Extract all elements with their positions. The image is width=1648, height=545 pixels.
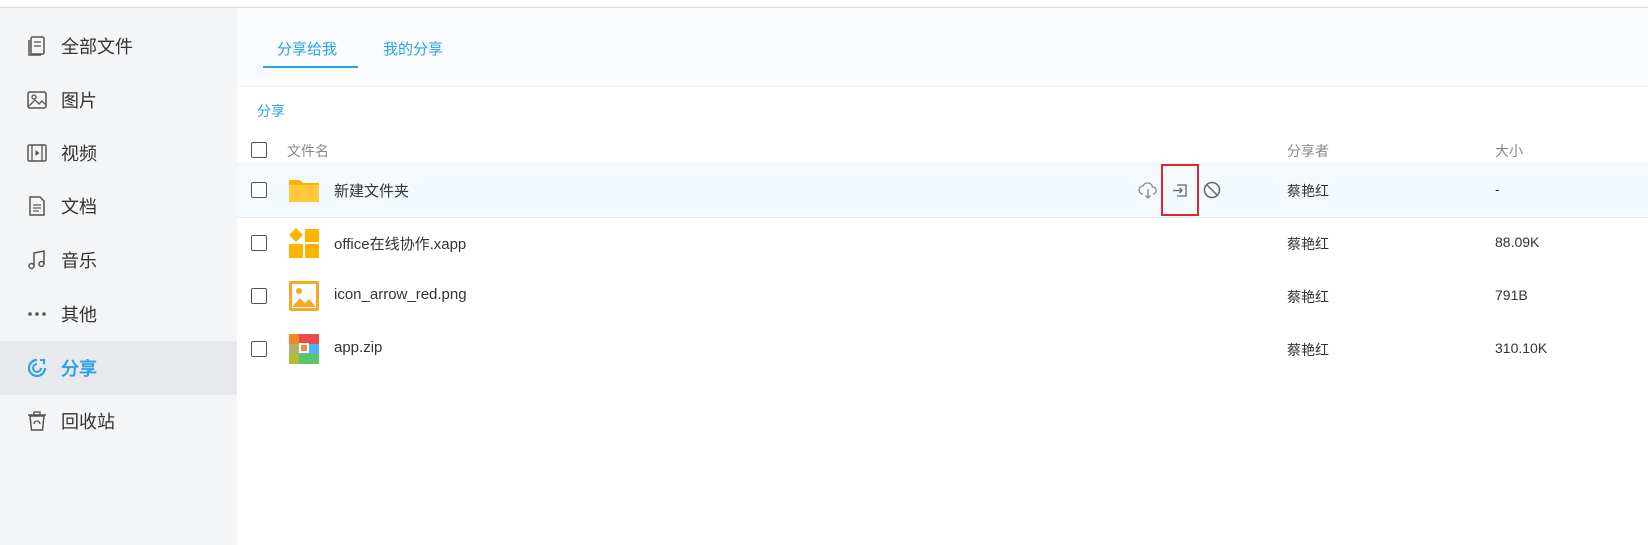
active-tab-indicator <box>263 66 358 68</box>
video-icon <box>27 144 47 162</box>
top-border <box>0 0 1648 8</box>
file-name[interactable]: office在线协作.xapp <box>334 233 466 254</box>
select-all-checkbox[interactable] <box>251 142 267 158</box>
sidebar: 全部文件 图片 视频 文档 音乐 其他 分享 回收站 <box>0 8 237 545</box>
table-row[interactable]: office在线协作.xapp 蔡艳红 88.09K <box>237 217 1648 270</box>
sharer-name: 蔡艳红 <box>1287 236 1329 252</box>
more-icon <box>28 312 46 316</box>
file-size: 310.10K <box>1495 340 1548 356</box>
recycle-bin-icon <box>28 411 46 431</box>
file-size: - <box>1495 181 1500 197</box>
zip-file-icon <box>289 334 319 364</box>
sidebar-item-music[interactable]: 音乐 <box>0 233 237 287</box>
tab-shared-with-me[interactable]: 分享给我 <box>277 38 337 59</box>
tab-my-shares[interactable]: 我的分享 <box>383 38 443 59</box>
share-icon <box>27 358 47 378</box>
sharer-name: 蔡艳红 <box>1287 342 1329 358</box>
column-header-size: 大小 <box>1495 143 1523 159</box>
table-row[interactable]: 新建文件夹 蔡艳红 - <box>237 163 1648 218</box>
sharer-name: 蔡艳红 <box>1287 183 1329 199</box>
xapp-file-icon <box>289 228 319 258</box>
document-icon <box>29 196 45 216</box>
folder-icon <box>289 180 319 202</box>
sidebar-item-label: 文档 <box>61 197 97 217</box>
cloud-download-icon[interactable] <box>1138 180 1158 200</box>
sidebar-item-label: 其他 <box>61 305 97 325</box>
sidebar-item-video[interactable]: 视频 <box>0 126 237 180</box>
image-file-icon <box>289 281 319 311</box>
image-icon <box>27 91 47 109</box>
row-checkbox[interactable] <box>251 288 267 304</box>
sidebar-item-label: 图片 <box>61 91 97 111</box>
file-size: 791B <box>1495 287 1528 303</box>
cancel-icon[interactable] <box>1202 180 1222 200</box>
sidebar-item-label: 分享 <box>61 359 97 379</box>
tab-bar: 分享给我 我的分享 <box>237 8 1648 87</box>
file-name[interactable]: icon_arrow_red.png <box>334 286 467 303</box>
sidebar-item-recycle-bin[interactable]: 回收站 <box>0 394 237 448</box>
sidebar-item-label: 音乐 <box>61 251 97 271</box>
sharer-name: 蔡艳红 <box>1287 289 1329 305</box>
sidebar-item-label: 视频 <box>61 144 97 164</box>
table-row[interactable]: icon_arrow_red.png 蔡艳红 791B <box>237 270 1648 323</box>
file-name[interactable]: app.zip <box>334 339 382 356</box>
breadcrumb[interactable]: 分享 <box>257 101 285 121</box>
main-content: 分享给我 我的分享 分享 文件名 分享者 大小 新建文件夹 蔡艳红 - offi… <box>237 8 1648 545</box>
music-icon <box>28 250 45 270</box>
table-row[interactable]: app.zip 蔡艳红 310.10K <box>237 323 1648 376</box>
file-name[interactable]: 新建文件夹 <box>334 180 409 201</box>
highlight-box <box>1161 164 1199 216</box>
sidebar-item-other[interactable]: 其他 <box>0 287 237 341</box>
row-checkbox[interactable] <box>251 182 267 198</box>
sidebar-item-images[interactable]: 图片 <box>0 73 237 127</box>
sidebar-item-documents[interactable]: 文档 <box>0 179 237 233</box>
sidebar-item-share[interactable]: 分享 <box>0 341 237 395</box>
all-files-icon <box>28 36 45 56</box>
row-checkbox[interactable] <box>251 341 267 357</box>
sidebar-item-label: 全部文件 <box>61 37 133 57</box>
sidebar-item-all-files[interactable]: 全部文件 <box>0 19 237 73</box>
sidebar-item-label: 回收站 <box>61 412 115 432</box>
column-header-name: 文件名 <box>287 143 329 159</box>
file-size: 88.09K <box>1495 234 1540 250</box>
column-header-sharer: 分享者 <box>1287 143 1329 159</box>
row-checkbox[interactable] <box>251 235 267 251</box>
